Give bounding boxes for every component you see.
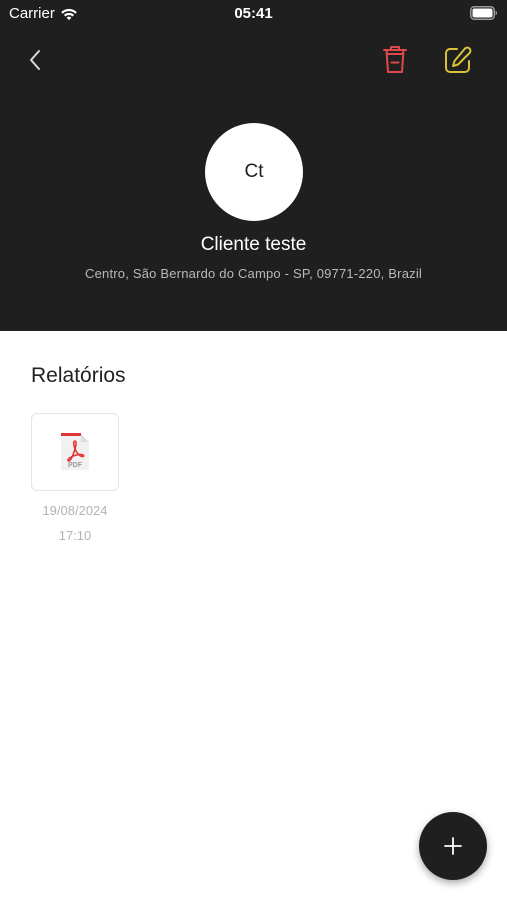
trash-icon [383,46,407,73]
reports-section-title: Relatórios [31,364,126,387]
client-address: Centro, São Bernardo do Campo - SP, 0977… [85,266,422,281]
pencil-icon [445,46,472,73]
edit-button[interactable] [440,42,476,78]
status-bar: Carrier 05:41 [0,0,507,28]
report-date: 19/08/2024 [42,503,108,518]
plus-icon [444,837,462,855]
report-file-card[interactable]: PDF [31,413,119,491]
report-time: 17:10 [58,528,92,543]
delete-button[interactable] [378,42,412,78]
client-name: Cliente teste [200,234,307,255]
back-button[interactable] [20,44,50,76]
status-time: 05:41 [234,5,273,22]
pdf-file-label: PDF [68,462,83,469]
client-header: Carrier 05:41 Ct Cliente teste Centro, S… [0,0,507,331]
battery-icon [470,6,498,20]
pdf-file-icon: PDF [61,433,89,470]
add-report-button[interactable] [419,812,487,880]
client-avatar: Ct [205,123,303,221]
chevron-left-icon [30,50,40,70]
avatar-initials: Ct [244,161,264,182]
